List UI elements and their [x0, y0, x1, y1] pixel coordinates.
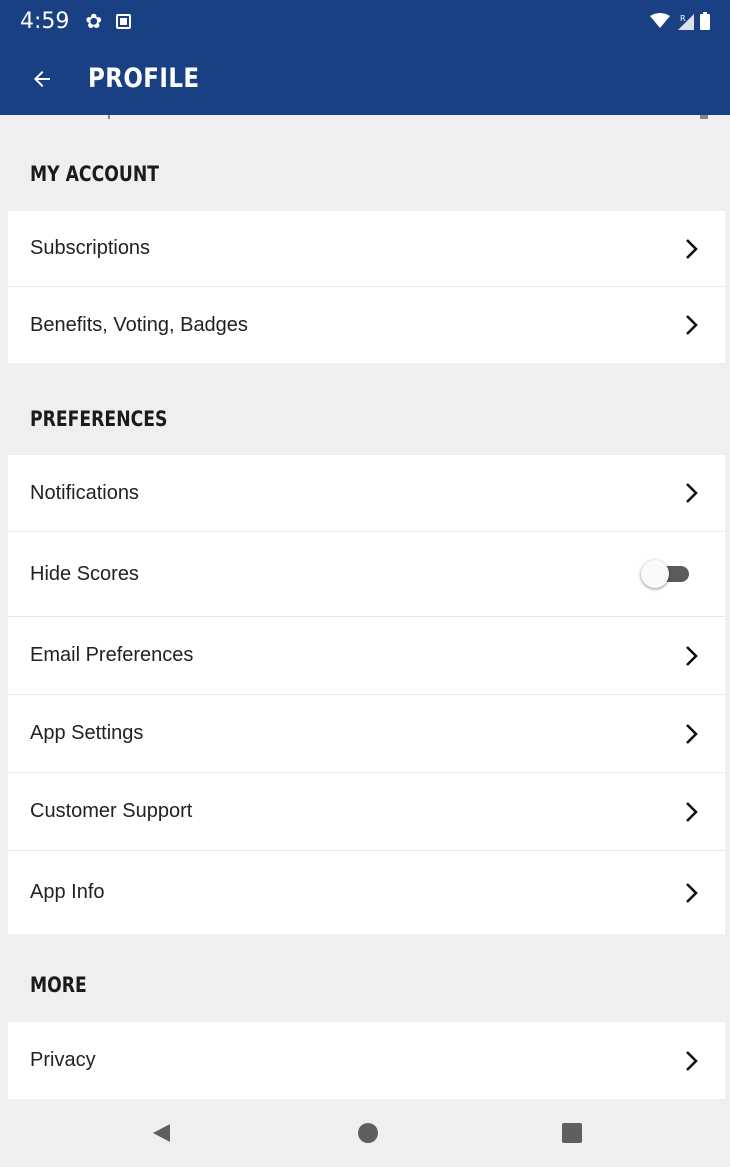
section-header-my-account: MY ACCOUNT: [30, 162, 159, 186]
home-circle-icon: [358, 1123, 378, 1143]
chevron-right-icon: [686, 645, 698, 666]
divider: [700, 115, 708, 119]
section-header-more: MORE: [30, 973, 87, 997]
row-label: Privacy: [30, 1049, 96, 1071]
recents-square-icon: [562, 1123, 582, 1143]
row-hide-scores: Hide Scores: [8, 532, 725, 617]
page-title: PROFILE: [88, 63, 200, 94]
row-label: Benefits, Voting, Badges: [30, 313, 248, 336]
section-header-preferences: PREFERENCES: [30, 407, 168, 431]
row-subscriptions[interactable]: Subscriptions: [8, 211, 725, 287]
gear-icon: ✿: [85, 10, 103, 33]
chevron-right-icon: [686, 483, 698, 503]
row-label: Email Preferences: [30, 644, 194, 666]
chevron-right-icon: [686, 238, 698, 259]
toolbar: PROFILE: [0, 42, 730, 115]
chevron-right-icon: [686, 315, 698, 335]
system-recents-button[interactable]: [557, 1118, 587, 1148]
divider: [108, 115, 110, 119]
status-right-icons: R: [650, 12, 710, 30]
row-app-info[interactable]: App Info: [8, 851, 725, 934]
status-time: 4:59: [20, 8, 70, 34]
wifi-icon: [650, 13, 670, 28]
more-card: Privacy: [8, 1022, 725, 1099]
chevron-right-icon: [686, 723, 698, 744]
app-bar: 4:59 ✿ R PROFILE: [0, 0, 730, 115]
row-benefits-voting-badges[interactable]: Benefits, Voting, Badges: [8, 287, 725, 363]
signal-icon: R: [678, 14, 694, 30]
preferences-card: Notifications Hide Scores Email Preferen…: [8, 455, 725, 934]
row-app-settings[interactable]: App Settings: [8, 695, 725, 773]
notification-icon: [116, 13, 132, 29]
chevron-right-icon: [686, 801, 698, 822]
back-button[interactable]: [18, 55, 66, 103]
row-label: Hide Scores: [30, 562, 139, 585]
row-label: Subscriptions: [30, 237, 151, 259]
row-label: App Settings: [30, 722, 144, 744]
svg-text:R: R: [680, 14, 686, 23]
back-triangle-icon: [153, 1124, 170, 1142]
scrolled-content-edge: [0, 115, 730, 123]
toggle-thumb: [641, 560, 669, 588]
system-nav-bar: [0, 1100, 730, 1167]
my-account-card: Subscriptions Benefits, Voting, Badges: [8, 211, 725, 363]
arrow-left-icon: [34, 70, 50, 87]
status-bar: 4:59 ✿ R: [0, 0, 730, 42]
system-back-button[interactable]: [146, 1118, 176, 1148]
row-customer-support[interactable]: Customer Support: [8, 773, 725, 851]
row-email-preferences[interactable]: Email Preferences: [8, 617, 725, 695]
chevron-right-icon: [686, 1050, 698, 1071]
row-privacy[interactable]: Privacy: [8, 1022, 725, 1099]
row-notifications[interactable]: Notifications: [8, 455, 725, 532]
chevron-right-icon: [686, 882, 698, 903]
row-label: Customer Support: [30, 800, 193, 822]
hide-scores-toggle[interactable]: [641, 560, 691, 588]
row-label: App Info: [30, 881, 105, 903]
row-label: Notifications: [30, 481, 139, 504]
system-home-button[interactable]: [353, 1118, 383, 1148]
battery-icon: [700, 12, 710, 30]
